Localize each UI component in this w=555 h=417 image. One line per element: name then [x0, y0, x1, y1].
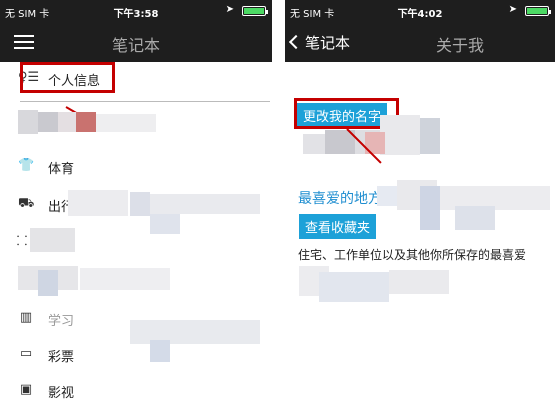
redacted-block: [68, 190, 128, 216]
books-icon: ▥: [19, 310, 33, 325]
redacted-block: [58, 112, 76, 132]
redacted-block: [380, 115, 420, 155]
redacted-block: [420, 118, 440, 154]
redacted-block: [18, 110, 38, 134]
menu-item-label: 影视: [48, 386, 75, 401]
redacted-block: [420, 186, 440, 230]
redacted-block: [38, 112, 58, 132]
menu-item-label: 体育: [48, 162, 75, 177]
redacted-block: [76, 112, 96, 132]
menu-item-label: 出行: [48, 200, 70, 215]
view-favorites-button[interactable]: 查看收藏夹: [299, 214, 377, 239]
battery-icon: [525, 6, 551, 16]
nav-title: 笔记本: [111, 36, 160, 55]
chevron-left-icon: [288, 34, 304, 50]
favorites-description: 住宅、工作单位以及其他你所保存的最喜爱: [298, 248, 527, 262]
film-icon: ▣: [19, 382, 33, 397]
menu-item-label: 彩票: [48, 350, 75, 365]
battery-icon: [242, 6, 268, 16]
location-arrow-icon: ➤: [225, 4, 234, 15]
location-arrow-icon: ➤: [508, 4, 517, 15]
redacted-block: [377, 186, 397, 206]
car-icon: ⛟: [18, 196, 35, 211]
ticket-icon: ⸬: [16, 234, 28, 249]
redacted-block: [319, 272, 389, 302]
tshirt-icon: 👕: [18, 158, 35, 173]
notebook-screen: 无 SIM 卡 下午3:58 ➤ 笔记本 ♀☰ 个人信息 👕 体育 ⛟ 出行 ⸬: [0, 0, 272, 417]
favorites-title: 最喜爱的地方: [298, 191, 382, 207]
status-bar: 无 SIM 卡 下午4:02 ➤: [285, 0, 555, 22]
status-bar: 无 SIM 卡 下午3:58 ➤: [0, 0, 272, 22]
about-me-screen: 无 SIM 卡 下午4:02 ➤ 笔记本 关于我 更改我的名字 最喜爱的地方 查…: [285, 0, 555, 417]
redacted-block: [389, 270, 449, 294]
redacted-block: [30, 228, 75, 252]
nav-bar: 笔记本: [0, 22, 272, 62]
nav-title: 关于我: [435, 36, 484, 55]
menu-item-sports[interactable]: 👕 体育: [0, 150, 272, 182]
nav-bar: 笔记本 关于我: [285, 22, 555, 62]
redacted-block: [455, 206, 495, 230]
redacted-block: [130, 192, 150, 216]
menu-item-lottery[interactable]: ▭ 彩票: [0, 338, 272, 370]
redacted-block: [96, 114, 156, 132]
redacted-block: [80, 268, 170, 290]
lottery-icon: ▭: [19, 346, 33, 361]
redacted-block: [150, 194, 260, 214]
divider: [20, 101, 270, 102]
highlight-box: [20, 62, 115, 93]
menu-item-label: 学习: [48, 314, 75, 329]
menu-item-movies[interactable]: ▣ 影视: [0, 374, 272, 406]
redacted-block: [38, 270, 58, 296]
screen-gap: [272, 0, 285, 417]
